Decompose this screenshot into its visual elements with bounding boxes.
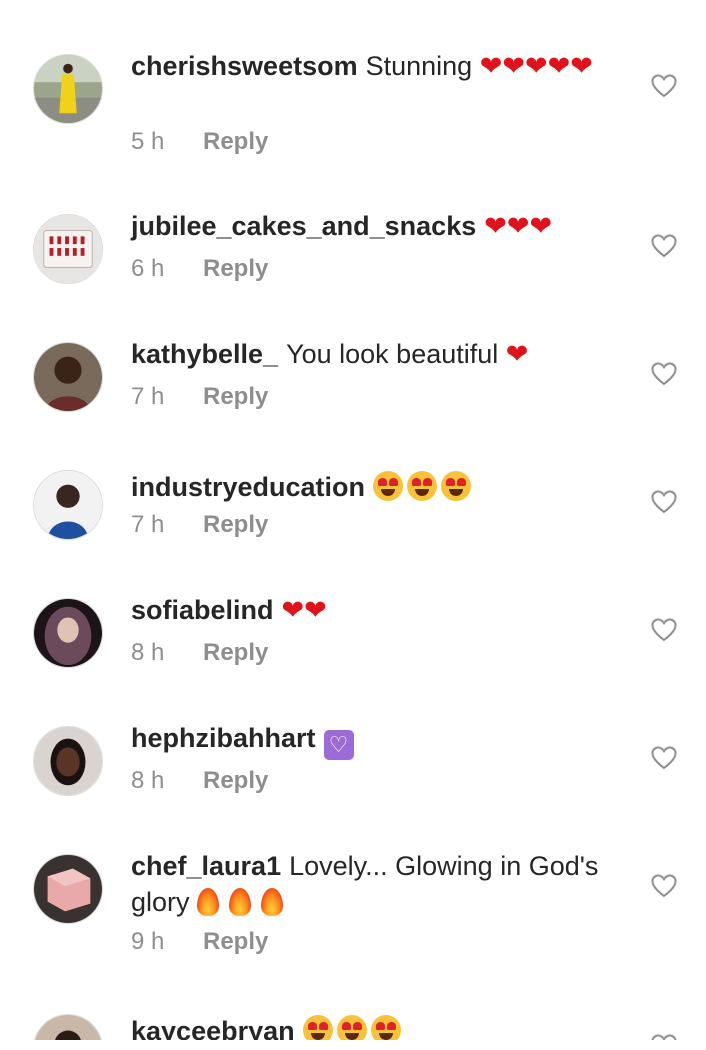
reply-button[interactable]: Reply — [203, 255, 268, 282]
like-heart-icon[interactable] — [651, 874, 677, 898]
like-heart-icon[interactable] — [651, 746, 677, 770]
comment-text: cherishsweetsom Stunning ❤❤❤❤❤ — [131, 50, 621, 83]
comment-meta: 7 h Reply — [131, 511, 268, 539]
comment-emoji: ❤❤❤ — [484, 211, 553, 242]
comment-text: jubilee_cakes_and_snacks ❤❤❤ — [131, 210, 621, 243]
heart-eyes-emoji — [373, 471, 404, 501]
comment-item: chef_laura1 Lovely... Glowing in God's gl… — [0, 850, 706, 978]
comment-username[interactable]: kathybelle_ — [131, 339, 278, 369]
like-heart-icon[interactable] — [651, 618, 677, 642]
comment-emoji: ❤❤ — [281, 595, 327, 626]
comment-time: 7 h — [131, 383, 165, 410]
comment-item: cherishsweetsom Stunning ❤❤❤❤❤ 5 h Reply — [0, 50, 706, 178]
comment-text: hephzibahhart ♡ — [131, 722, 621, 760]
avatar[interactable] — [33, 854, 103, 924]
comment-meta: 6 h Reply — [131, 255, 268, 283]
comment-item: industryeducation 7 h Reply — [0, 466, 706, 594]
comment-time: 6 h — [131, 255, 165, 282]
comment-meta: 8 h Reply — [131, 639, 268, 667]
comment-text: sofiabelind ❤❤ — [131, 594, 621, 627]
comment-meta: 5 h Reply — [131, 128, 268, 156]
comment-emoji: ❤❤❤❤❤ — [479, 51, 593, 82]
comment-item: hephzibahhart ♡ 8 h Reply — [0, 722, 706, 850]
comment-username[interactable]: hephzibahhart — [131, 723, 316, 753]
comment-username[interactable]: industryeducation — [131, 472, 365, 502]
comment-item: jubilee_cakes_and_snacks ❤❤❤ 6 h Reply — [0, 210, 706, 338]
comment-meta: 8 h Reply — [131, 767, 268, 795]
white-heart-emoji: ♡ — [323, 730, 354, 760]
avatar[interactable] — [33, 54, 103, 124]
comment-item: kathybelle_ You look beautiful ❤ 7 h Reply — [0, 338, 706, 466]
heart-eyes-emoji — [407, 471, 438, 501]
comment-meta: 7 h Reply — [131, 383, 268, 411]
comment-username[interactable]: cherishsweetsom — [131, 51, 358, 81]
like-heart-icon[interactable] — [651, 490, 677, 514]
like-heart-icon[interactable] — [651, 234, 677, 258]
comment-text: chef_laura1 Lovely... Glowing in God's gl… — [131, 850, 621, 919]
avatar[interactable] — [33, 214, 103, 284]
comment-text: industryeducation — [131, 466, 621, 504]
comment-emoji: ❤ — [505, 339, 529, 370]
comment-time: 5 h — [131, 128, 165, 155]
reply-button[interactable]: Reply — [203, 928, 268, 955]
comment-username[interactable]: sofiabelind — [131, 595, 274, 625]
avatar[interactable] — [33, 342, 103, 412]
fire-emoji — [261, 888, 284, 916]
comment-time: 8 h — [131, 767, 165, 794]
comment-meta: 9 h Reply — [131, 928, 268, 956]
reply-button[interactable]: Reply — [203, 511, 268, 538]
comment-item: sofiabelind ❤❤ 8 h Reply — [0, 594, 706, 722]
bottom-edge — [0, 1040, 706, 1050]
comment-time: 9 h — [131, 928, 165, 955]
comment-time: 7 h — [131, 511, 165, 538]
avatar[interactable] — [33, 598, 103, 668]
comment-username[interactable]: chef_laura1 — [131, 851, 281, 881]
comment-body: You look beautiful — [286, 339, 506, 369]
comment-username[interactable]: jubilee_cakes_and_snacks — [131, 211, 476, 241]
reply-button[interactable]: Reply — [203, 767, 268, 794]
reply-button[interactable]: Reply — [203, 383, 268, 410]
fire-emoji — [197, 888, 220, 916]
comment-text: kathybelle_ You look beautiful ❤ — [131, 338, 621, 371]
reply-button[interactable]: Reply — [203, 128, 268, 155]
fire-emoji — [229, 888, 252, 916]
like-heart-icon[interactable] — [651, 74, 677, 98]
avatar[interactable] — [33, 470, 103, 540]
comment-body: Stunning — [365, 51, 480, 81]
like-heart-icon[interactable] — [651, 362, 677, 386]
heart-eyes-emoji — [441, 471, 472, 501]
avatar[interactable] — [33, 726, 103, 796]
comment-time: 8 h — [131, 639, 165, 666]
reply-button[interactable]: Reply — [203, 639, 268, 666]
